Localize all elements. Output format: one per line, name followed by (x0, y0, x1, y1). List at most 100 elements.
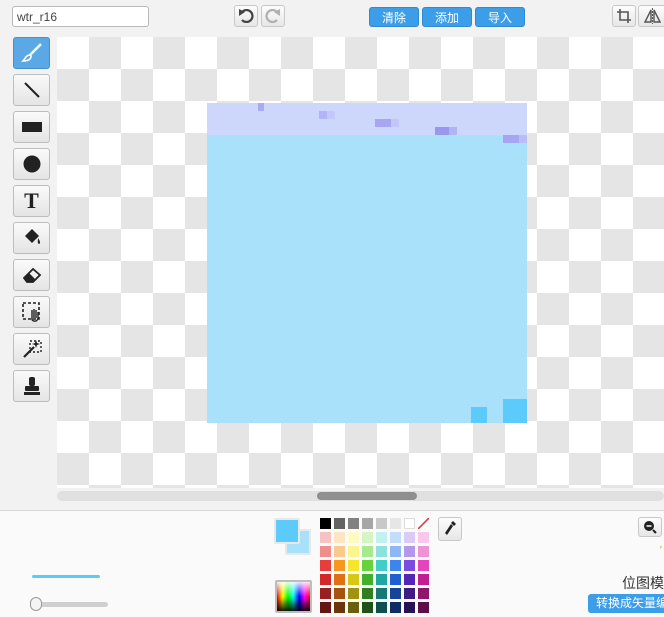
undo-button[interactable] (234, 5, 258, 27)
horizontal-scrollbar[interactable] (57, 491, 664, 501)
brush-size-knob[interactable] (30, 597, 42, 611)
select-icon (21, 302, 40, 322)
palette-color-swatch[interactable] (390, 518, 401, 529)
redo-button[interactable] (261, 5, 285, 27)
palette-color-swatch[interactable] (404, 518, 415, 529)
eraser-icon (22, 267, 41, 283)
eyedropper-button[interactable] (438, 517, 462, 541)
palette-color-swatch[interactable] (362, 574, 373, 585)
paint-bucket-icon (24, 229, 40, 244)
palette-color-swatch[interactable] (362, 588, 373, 599)
palette-color-swatch[interactable] (334, 560, 345, 571)
palette-color-swatch[interactable] (320, 518, 331, 529)
palette-color-swatch[interactable] (320, 560, 331, 571)
color-spectrum-icon (277, 582, 310, 611)
paint-editor: 清除 添加 导入 (0, 0, 664, 617)
palette-color-swatch[interactable] (404, 574, 415, 585)
palette-color-swatch[interactable] (320, 532, 331, 543)
crop-icon (617, 9, 631, 23)
clear-button[interactable]: 清除 (369, 7, 419, 27)
palette-color-swatch[interactable] (404, 602, 415, 613)
palette-color-swatch[interactable] (348, 518, 359, 529)
tool-ellipse[interactable] (13, 148, 50, 180)
zoom-out-icon (644, 521, 657, 534)
palette-color-swatch[interactable] (348, 546, 359, 557)
palette-color-swatch[interactable] (376, 588, 387, 599)
palette-color-swatch[interactable] (418, 560, 429, 571)
palette-color-swatch[interactable] (362, 602, 373, 613)
flip-horizontal-button[interactable] (638, 5, 664, 27)
palette-color-swatch[interactable] (418, 574, 429, 585)
tool-rectangle[interactable] (13, 111, 50, 143)
palette-color-swatch[interactable] (334, 518, 345, 529)
tool-eraser[interactable] (13, 259, 50, 291)
costume-name-input[interactable] (12, 6, 149, 27)
palette-color-swatch[interactable] (390, 546, 401, 557)
palette-color-swatch[interactable] (404, 546, 415, 557)
eyedropper-icon (445, 521, 456, 535)
costume-image (207, 103, 527, 423)
stamp-icon (23, 377, 40, 395)
palette-color-swatch[interactable] (334, 546, 345, 557)
palette-color-swatch[interactable] (348, 602, 359, 613)
palette-color-swatch[interactable] (320, 588, 331, 599)
flip-horizontal-icon (643, 8, 661, 24)
palette-color-swatch[interactable] (320, 574, 331, 585)
magic-wand-icon (22, 340, 42, 358)
palette-color-swatch[interactable] (418, 546, 429, 557)
palette-color-swatch[interactable] (376, 574, 387, 585)
palette-color-swatch[interactable] (418, 602, 429, 613)
tool-line[interactable] (13, 74, 50, 106)
palette-color-swatch[interactable] (334, 588, 345, 599)
palette-color-swatch[interactable] (348, 532, 359, 543)
tool-select[interactable] (13, 296, 50, 328)
palette-color-swatch[interactable] (390, 602, 401, 613)
tool-stamp[interactable] (13, 370, 50, 402)
transparent-color-swatch[interactable] (417, 517, 430, 530)
scrollbar-thumb[interactable] (317, 492, 417, 500)
foreground-color-swatch[interactable] (274, 518, 300, 544)
add-button[interactable]: 添加 (422, 7, 472, 27)
palette-color-swatch[interactable] (390, 588, 401, 599)
palette-color-swatch[interactable] (334, 602, 345, 613)
undo-icon (239, 9, 254, 23)
palette-color-swatch[interactable] (362, 560, 373, 571)
palette-color-swatch[interactable] (390, 532, 401, 543)
palette-color-swatch[interactable] (320, 546, 331, 557)
color-picker-button[interactable] (275, 580, 312, 613)
palette-color-swatch[interactable] (390, 560, 401, 571)
palette-color-swatch[interactable] (362, 546, 373, 557)
palette-color-swatch[interactable] (418, 532, 429, 543)
tool-brush[interactable] (13, 37, 50, 69)
palette-color-swatch[interactable] (348, 574, 359, 585)
tool-fill[interactable] (13, 222, 50, 254)
palette-color-swatch[interactable] (362, 532, 373, 543)
bottom-panel: ′ 位图模 转换成矢量编 (0, 510, 664, 617)
palette-color-swatch[interactable] (376, 546, 387, 557)
palette-color-swatch[interactable] (390, 574, 401, 585)
palette-color-swatch[interactable] (376, 602, 387, 613)
palette-color-swatch[interactable] (376, 518, 387, 529)
palette-color-swatch[interactable] (404, 560, 415, 571)
zoom-out-button[interactable] (638, 517, 662, 537)
costume-top-band (207, 103, 527, 135)
palette-color-swatch[interactable] (334, 574, 345, 585)
indicator-mark: ′ (660, 545, 662, 556)
crop-button[interactable] (612, 5, 636, 27)
palette-color-swatch[interactable] (376, 560, 387, 571)
palette-color-swatch[interactable] (334, 532, 345, 543)
palette-color-swatch[interactable] (418, 588, 429, 599)
palette-color-swatch[interactable] (348, 588, 359, 599)
palette-color-swatch[interactable] (404, 588, 415, 599)
palette-color-swatch[interactable] (362, 518, 373, 529)
palette-color-swatch[interactable] (376, 532, 387, 543)
palette-color-swatch[interactable] (320, 602, 331, 613)
tool-text[interactable]: T (13, 185, 50, 217)
import-button[interactable]: 导入 (475, 7, 525, 27)
palette-color-swatch[interactable] (348, 560, 359, 571)
tool-magic-select[interactable] (13, 333, 50, 365)
brush-icon (20, 43, 42, 62)
palette-color-swatch[interactable] (404, 532, 415, 543)
drawing-canvas[interactable] (57, 37, 664, 488)
convert-to-vector-button[interactable]: 转换成矢量编 (588, 594, 664, 613)
